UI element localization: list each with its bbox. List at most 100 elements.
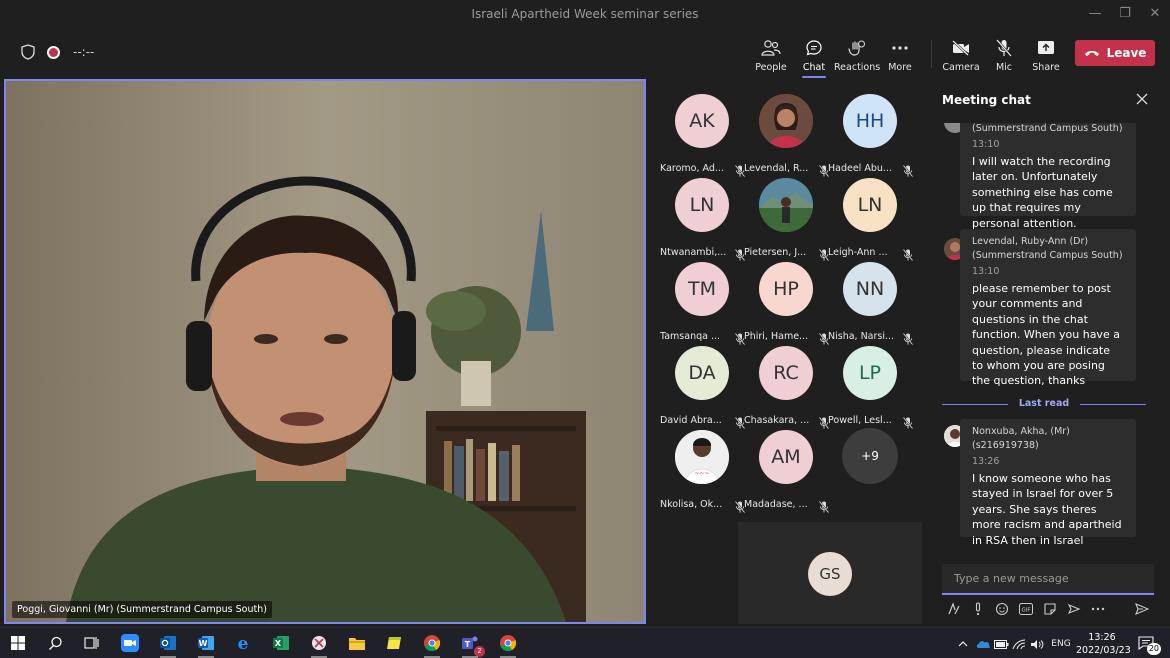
participant-avatar: LN <box>675 178 729 232</box>
window-title: Israeli Apartheid Week seminar series <box>471 7 699 21</box>
people-button[interactable]: People <box>749 38 793 74</box>
meeting-chat-panel: Meeting chat (Summerstrand Campus South)… <box>926 79 1170 626</box>
meeting-toolbar: --:-- People Chat Reactions More Camera … <box>0 30 1170 78</box>
participant-tile[interactable]: LP Powell, Lesl... <box>828 341 914 430</box>
participant-name: Leigh-Ann ... <box>828 247 888 258</box>
teams-app-icon[interactable]: T2 <box>459 632 485 658</box>
clock-date: 2022/03/23 <box>1076 645 1131 656</box>
message-compose-box[interactable] <box>942 564 1154 595</box>
chat-message: Levendal, Ruby-Ann (Dr) (Summerstrand Ca… <box>960 229 1136 387</box>
search-icon[interactable] <box>44 632 66 654</box>
participant-name: Chasakara, ... <box>744 415 810 426</box>
volume-icon[interactable] <box>1029 636 1045 652</box>
chat-button[interactable]: Chat <box>792 38 836 78</box>
send-icon[interactable] <box>1134 601 1150 617</box>
minimize-icon[interactable]: — <box>1080 4 1110 24</box>
close-chat-icon[interactable] <box>1134 91 1150 107</box>
sticker-icon[interactable] <box>1042 601 1058 617</box>
svg-text:X: X <box>275 639 282 648</box>
reactions-button[interactable]: Reactions <box>834 38 880 74</box>
outlook-app-icon[interactable] <box>157 632 179 658</box>
task-view-icon[interactable] <box>80 632 102 654</box>
participant-tile[interactable]: Levendal, R... <box>744 89 830 178</box>
battery-icon[interactable] <box>993 636 1009 652</box>
chat-label: Chat <box>802 62 826 73</box>
participant-tile[interactable]: AM Madadase, ... <box>744 425 830 514</box>
shield-icon[interactable] <box>21 44 35 60</box>
sticky-notes-icon[interactable] <box>384 632 406 654</box>
participant-tile[interactable]: HH Hadeel Abu... <box>828 89 914 178</box>
file-explorer-icon[interactable] <box>346 632 368 654</box>
participant-tile[interactable]: LN Ntwanambi,... <box>660 173 746 262</box>
priority-icon[interactable] <box>970 601 986 617</box>
more-label: More <box>888 62 912 73</box>
share-icon <box>1038 41 1054 54</box>
mic-muted-icon <box>818 498 830 514</box>
participant-tile[interactable]: HP Phiri, Hame... <box>744 257 830 346</box>
notification-center-icon[interactable]: 20 <box>1138 635 1161 655</box>
chat-message: (Summerstrand Campus South) 13:10 I will… <box>960 123 1136 230</box>
leave-label: Leave <box>1106 46 1147 60</box>
participant-tile[interactable]: AK Karomo, Ad... <box>660 89 746 178</box>
main-video-feed[interactable]: Poggi, Giovanni (Mr) (Summerstrand Campu… <box>4 79 646 624</box>
message-sender: Levendal, Ruby-Ann (Dr) (Summerstrand Ca… <box>972 236 1123 261</box>
participant-tile[interactable]: TM Tamsanqa ... <box>660 257 746 346</box>
close-window-icon[interactable]: ✕ <box>1140 4 1170 24</box>
participant-avatar: ~~~ <box>675 430 729 484</box>
zoom-app-icon[interactable] <box>119 632 141 654</box>
mic-muted-icon <box>902 414 914 430</box>
more-button[interactable]: More <box>878 38 922 74</box>
more-participants-button[interactable]: +9 <box>842 428 898 484</box>
last-read-divider: Last read <box>942 398 1146 410</box>
edge-app-icon[interactable]: e <box>232 632 254 654</box>
meet-now-icon[interactable] <box>1066 601 1082 617</box>
format-icon[interactable] <box>946 601 962 617</box>
snipping-tool-icon[interactable] <box>308 632 330 658</box>
language-indicator[interactable]: ENG <box>1049 636 1073 652</box>
onedrive-icon[interactable] <box>975 636 991 652</box>
participant-tile[interactable]: ~~~ Nkolisa, Ok... <box>660 425 746 514</box>
emoji-icon[interactable] <box>994 601 1010 617</box>
windows-start-icon[interactable] <box>7 632 29 654</box>
mic-label: Mic <box>995 62 1013 73</box>
mic-muted-icon <box>734 414 746 430</box>
message-time: 13:26 <box>972 456 1000 467</box>
leave-button[interactable]: Leave <box>1075 40 1155 66</box>
mic-button[interactable]: Mic <box>982 38 1026 74</box>
taskbar-clock[interactable]: 13:26 2022/03/23 <box>1076 631 1131 657</box>
gif-icon[interactable]: GIF <box>1018 601 1034 617</box>
camera-off-icon <box>952 40 969 56</box>
participant-tile[interactable]: Pietersen, J... <box>744 173 830 262</box>
more-options-icon[interactable] <box>1090 601 1106 617</box>
mic-muted-icon <box>734 162 746 178</box>
participant-avatar: HH <box>843 94 897 148</box>
share-button[interactable]: Share <box>1024 38 1068 74</box>
word-app-icon[interactable]: W <box>195 632 217 658</box>
mic-muted-icon <box>818 246 830 262</box>
message-input[interactable] <box>942 564 1154 593</box>
participant-name: Pietersen, J... <box>744 247 807 258</box>
toolbar-divider <box>931 40 932 68</box>
participant-tile[interactable]: LN Leigh-Ann ... <box>828 173 914 262</box>
chrome-app-icon-2[interactable] <box>497 632 519 658</box>
participant-name: Madadase, ... <box>744 499 808 510</box>
restore-icon[interactable]: ❐ <box>1110 4 1140 24</box>
svg-text:T: T <box>465 640 471 649</box>
chat-message-list[interactable]: (Summerstrand Campus South) 13:10 I will… <box>926 123 1170 568</box>
svg-text:GIF: GIF <box>1021 608 1030 614</box>
chrome-app-icon[interactable] <box>421 632 443 658</box>
excel-app-icon[interactable]: X <box>270 632 292 654</box>
camera-button[interactable]: Camera <box>939 38 983 74</box>
participant-tile[interactable]: NN Nisha, Narsi... <box>828 257 914 346</box>
mic-muted-icon <box>818 414 830 430</box>
participant-avatar <box>759 178 813 232</box>
participant-tile[interactable]: DA David Abra... <box>660 341 746 430</box>
participant-avatar: AK <box>675 94 729 148</box>
wifi-icon[interactable] <box>1011 636 1027 652</box>
chevron-up-icon[interactable] <box>957 636 969 652</box>
participant-tile[interactable]: RC Chasakara, ... <box>744 341 830 430</box>
meeting-timer: --:-- <box>73 45 95 59</box>
message-body: I know someone who has stayed in Israel … <box>972 472 1122 547</box>
self-avatar: GS <box>808 552 852 596</box>
mic-muted-icon <box>818 330 830 346</box>
